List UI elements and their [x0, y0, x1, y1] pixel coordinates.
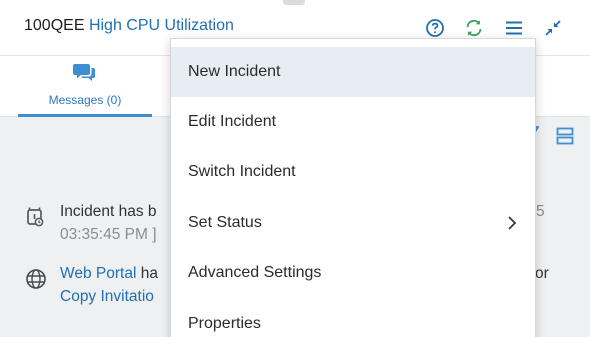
incident-alarm-icon	[27, 207, 44, 227]
title-highlight: High CPU Utilization	[88, 17, 234, 34]
portal-text: ha	[136, 265, 158, 282]
tab-messages-label: Messages (0)	[48, 93, 122, 107]
incident-message-time: 03:35:45 PM ]	[60, 224, 157, 246]
drag-handle	[283, 0, 305, 5]
portal-trailing: or	[535, 263, 549, 285]
incident-timestamp: 03:35:45 PM ]	[60, 226, 157, 243]
menu-item-label: Edit Incident	[188, 113, 277, 130]
tab-messages[interactable]: Messages (0)	[18, 56, 152, 117]
portal-trailing-text: or	[535, 265, 549, 282]
menu-item-label: Switch Incident	[188, 163, 296, 180]
refresh-icon[interactable]	[464, 18, 484, 38]
menu-item-advanced-settings[interactable]: Advanced Settings	[171, 248, 535, 298]
help-icon[interactable]	[425, 18, 445, 38]
incident-trailing-text: 5	[536, 203, 545, 220]
menu-item-edit-incident[interactable]: Edit Incident	[171, 97, 535, 147]
menu-item-label: Set Status	[188, 214, 262, 231]
incident-message-line1: Incident has b	[60, 201, 157, 223]
incident-panel: 100QEE High CPU Utilization Messages (0)…	[0, 0, 590, 337]
menu-item-set-status[interactable]: Set Status	[171, 198, 535, 248]
panel-title: 100QEE High CPU Utilization	[24, 17, 234, 35]
incident-trailing: 5	[536, 201, 545, 223]
menu-icon[interactable]	[504, 18, 524, 38]
portal-message-line2: Copy Invitatio	[60, 286, 154, 308]
menu-item-label: New Incident	[188, 63, 281, 80]
menu-item-switch-incident[interactable]: Switch Incident	[171, 147, 535, 197]
menu-item-label: Advanced Settings	[188, 264, 322, 281]
chat-icon	[73, 64, 95, 81]
collapse-icon[interactable]	[543, 18, 563, 38]
incident-message-text: Incident has b	[60, 203, 157, 220]
copy-invitation-link[interactable]: Copy Invitatio	[60, 288, 154, 305]
title-prefix: 100QEE	[24, 17, 85, 34]
web-portal-link[interactable]: Web Portal	[60, 265, 136, 282]
menu-item-new-incident[interactable]: New Incident	[171, 47, 535, 97]
menu-item-properties[interactable]: Properties	[171, 299, 535, 337]
menu-item-label: Properties	[188, 315, 261, 332]
layout-icon[interactable]	[556, 127, 574, 145]
actions-menu: New Incident Edit Incident Switch Incide…	[170, 38, 536, 337]
portal-message-line1: Web Portal ha	[60, 263, 158, 285]
globe-icon	[26, 269, 46, 289]
chevron-right-icon	[508, 216, 517, 230]
